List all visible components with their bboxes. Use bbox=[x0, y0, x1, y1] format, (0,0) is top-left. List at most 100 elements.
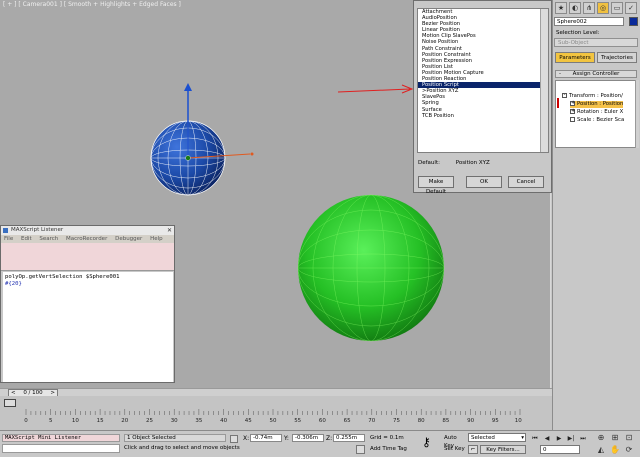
auto-key-button[interactable]: Auto Key bbox=[444, 434, 466, 449]
trackbar-tick-label: 20 bbox=[121, 418, 128, 424]
hierarchy-tab-icon[interactable]: ⋔ bbox=[583, 2, 595, 14]
menu-file[interactable]: File bbox=[4, 236, 13, 242]
create-tab-icon[interactable]: ★ bbox=[555, 2, 567, 14]
go-to-start-icon[interactable]: ⏮ bbox=[530, 434, 540, 443]
assign-controller-rollout-header[interactable]: Assign Controller bbox=[555, 70, 637, 78]
add-time-tag[interactable]: Add Time Tag bbox=[370, 446, 407, 452]
trackbar-tick-label: 10 bbox=[72, 418, 79, 424]
key-mode-dropdown[interactable]: Selected bbox=[468, 433, 526, 442]
mini-curve-editor-icon[interactable] bbox=[4, 399, 16, 407]
maxscript-mini-listener[interactable]: MAXScript Mini Listener bbox=[2, 434, 120, 442]
zoom-all-icon[interactable]: ⊞ bbox=[610, 433, 620, 443]
zoom-icon[interactable]: ⊕ bbox=[596, 433, 606, 443]
object-color-swatch[interactable] bbox=[629, 17, 638, 26]
trackbar-tick-label: 50 bbox=[270, 418, 277, 424]
expand-icon[interactable]: + bbox=[570, 109, 575, 114]
utilities-tab-icon[interactable]: ✓ bbox=[625, 2, 637, 14]
menu-edit[interactable]: Edit bbox=[21, 236, 32, 242]
macro-recorder-pane[interactable] bbox=[1, 243, 174, 271]
menu-help[interactable]: Help bbox=[150, 236, 163, 242]
trackbar-ruler[interactable]: 0 5 10 15 20 25 30 35 40 45 50 55 60 65 70 75 80 85 90 95 10… bbox=[24, 406, 522, 424]
controller-list[interactable]: Attachment AudioPosition Bezier Position Li… bbox=[417, 8, 549, 153]
close-icon[interactable]: ✕ bbox=[167, 226, 172, 235]
viewport-label[interactable]: [ + ] [ Camera001 ] [ Smooth + Highlight… bbox=[3, 1, 181, 8]
key-icon: ⚷ bbox=[422, 435, 431, 449]
ok-button[interactable]: OK bbox=[466, 176, 502, 188]
x-label: X: bbox=[243, 435, 250, 442]
trackbar-tick-label: 60 bbox=[319, 418, 326, 424]
listener-result: #{20} bbox=[5, 281, 22, 287]
x-coordinate-field[interactable]: -0.74m bbox=[250, 434, 282, 442]
gizmo-center[interactable] bbox=[185, 155, 191, 161]
mini-listener-output[interactable] bbox=[2, 444, 120, 453]
trackbar-tick-label: 35 bbox=[195, 418, 202, 424]
menu-debugger[interactable]: Debugger bbox=[115, 236, 142, 242]
pan-icon[interactable]: ✋ bbox=[610, 445, 620, 455]
controller-list-scrollbar[interactable] bbox=[540, 9, 548, 152]
trackbar-tick-label: 25 bbox=[146, 418, 153, 424]
status-bar: MAXScript Mini Listener 1 Object Selecte… bbox=[0, 430, 640, 457]
grid-size: Grid = 0.1m bbox=[370, 435, 404, 441]
command-panel: ★ ◐ ⋔ ◎ ▭ ✓ Sphere002 Selection Level: S… bbox=[552, 0, 640, 430]
lock-selection-icon[interactable] bbox=[230, 435, 238, 443]
command-panel-scrollbar[interactable] bbox=[635, 80, 639, 148]
default-value: Position XYZ bbox=[455, 160, 490, 166]
field-of-view-icon[interactable]: ◭ bbox=[596, 445, 606, 455]
trackbar-tick-label: 55 bbox=[294, 418, 301, 424]
motion-tab-icon[interactable]: ◎ bbox=[597, 2, 609, 14]
collapse-icon[interactable]: - bbox=[562, 93, 567, 98]
menu-macrorecorder[interactable]: MacroRecorder bbox=[66, 236, 107, 242]
current-frame-field[interactable]: 0 bbox=[540, 445, 580, 454]
y-label: Y: bbox=[284, 435, 289, 442]
next-frame-icon[interactable]: ▶| bbox=[566, 434, 576, 443]
parameters-button[interactable]: Parameters bbox=[555, 52, 595, 63]
trackbar-tick-label: 85 bbox=[442, 418, 449, 424]
y-coordinate-field[interactable]: -0.306m bbox=[292, 434, 324, 442]
object-name-field[interactable]: Sphere002 bbox=[554, 17, 624, 26]
z-label: Z: bbox=[326, 435, 333, 442]
z-coordinate-field[interactable]: 0.255m bbox=[333, 434, 365, 442]
previous-frame-icon[interactable]: ◀ bbox=[542, 434, 552, 443]
scale-icon bbox=[570, 117, 575, 122]
sphere001-selected[interactable] bbox=[150, 120, 260, 200]
prompt-line: Click and drag to select and move object… bbox=[124, 445, 240, 451]
trackbar-tick-label: 75 bbox=[393, 418, 400, 424]
listener-output-pane[interactable]: polyOp.getVertSelection $Sphere001 #{20} bbox=[3, 272, 173, 382]
trackbar-tick-label: 15 bbox=[97, 418, 104, 424]
menu-search[interactable]: Search bbox=[39, 236, 58, 242]
tree-row-position[interactable]: + Position : Position bbox=[570, 101, 624, 108]
make-default-button[interactable]: Make Default bbox=[418, 176, 454, 195]
listener-title-bar[interactable]: MAXScript Listener ✕ bbox=[1, 226, 174, 235]
zoom-extents-icon[interactable]: ⊡ bbox=[624, 433, 634, 443]
cancel-button[interactable]: Cancel bbox=[508, 176, 544, 188]
go-to-end-icon[interactable]: ⏭ bbox=[578, 434, 588, 443]
time-slider[interactable]: 0 / 100 bbox=[0, 388, 552, 397]
tree-row-rotation[interactable]: + Rotation : Euler X bbox=[570, 109, 623, 116]
display-tab-icon[interactable]: ▭ bbox=[611, 2, 623, 14]
gizmo-z-axis[interactable] bbox=[182, 82, 194, 122]
modify-tab-icon[interactable]: ◐ bbox=[569, 2, 581, 14]
red-marker bbox=[557, 98, 559, 108]
orbit-icon[interactable]: ⟳ bbox=[624, 445, 634, 455]
expand-icon[interactable]: + bbox=[570, 101, 575, 106]
set-key-icon[interactable]: ⌐ bbox=[468, 445, 478, 454]
sub-object-button[interactable]: Sub-Object bbox=[554, 38, 638, 47]
play-icon[interactable]: ▶ bbox=[554, 434, 564, 443]
default-label: Default: bbox=[418, 160, 440, 166]
trackbar[interactable]: 0 5 10 15 20 25 30 35 40 45 50 55 60 65 70 75 80 85 90 95 10… bbox=[0, 396, 552, 430]
trackbar-tick-label: 45 bbox=[245, 418, 252, 424]
tree-row-scale[interactable]: Scale : Bezier Sca bbox=[570, 117, 624, 124]
sphere002[interactable] bbox=[297, 192, 447, 344]
trackbar-tick-label: 30 bbox=[171, 418, 178, 424]
trajectories-button[interactable]: Trajectories bbox=[597, 52, 637, 63]
trackbar-tick-label: 80 bbox=[418, 418, 425, 424]
key-filters-button[interactable]: Key Filters... bbox=[480, 445, 526, 454]
default-controller: Default: Position XYZ bbox=[418, 160, 490, 166]
controller-tree[interactable]: - Transform : Position/ + Position : Posit… bbox=[555, 80, 637, 148]
controller-item[interactable]: TCB Position bbox=[418, 113, 548, 119]
annotation-arrow bbox=[337, 84, 414, 94]
tree-row-transform[interactable]: - Transform : Position/ bbox=[562, 93, 623, 100]
set-key-button[interactable]: Set Key bbox=[444, 445, 466, 453]
time-tag-icon[interactable] bbox=[356, 445, 365, 454]
maxscript-listener-window: MAXScript Listener ✕ File Edit Search Ma… bbox=[0, 225, 175, 383]
